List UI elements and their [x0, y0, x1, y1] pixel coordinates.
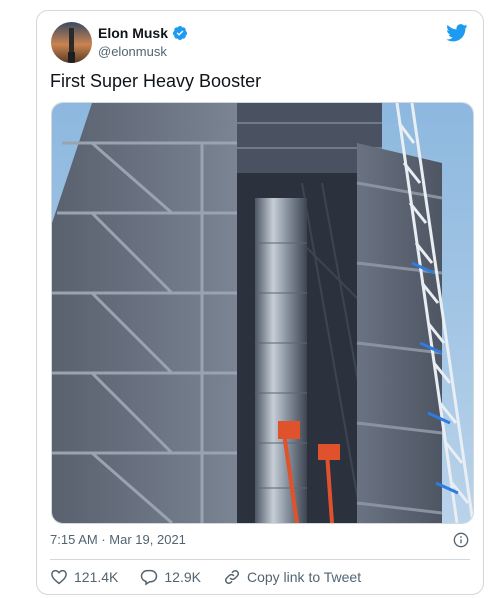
heart-icon [51, 569, 67, 585]
avatar[interactable] [51, 22, 92, 63]
tweet-date: Mar 19, 2021 [109, 532, 186, 547]
info-icon[interactable] [453, 532, 469, 548]
verified-badge-icon [173, 26, 188, 40]
tweet-text: First Super Heavy Booster [50, 71, 262, 91]
like-button[interactable]: 121.4K [50, 568, 118, 586]
tweet-actions: 121.4K 12.9K Copy link to Tweet [50, 568, 383, 586]
reply-count: 12.9K [164, 569, 201, 585]
reply-icon [141, 569, 158, 586]
author-name-text: Elon Musk [98, 25, 169, 41]
booster-photo [52, 103, 473, 523]
tweet-timestamp[interactable]: 7:15 AM · Mar 19, 2021 [50, 532, 186, 547]
like-count: 121.4K [74, 569, 119, 585]
tweet-photo[interactable] [51, 102, 474, 524]
divider [50, 559, 470, 560]
twitter-bird-icon[interactable] [446, 24, 468, 42]
reply-button[interactable]: 12.9K [140, 568, 201, 586]
author-handle[interactable]: @elonmusk [98, 44, 167, 59]
tweet-time: 7:15 AM [50, 532, 98, 547]
author-name[interactable]: Elon Musk [98, 25, 188, 41]
copy-link-button[interactable]: Copy link to Tweet [223, 568, 361, 586]
copy-link-label: Copy link to Tweet [246, 569, 362, 585]
meta-separator: · [101, 532, 106, 547]
tweet-card: Elon Musk @elonmusk First Super Heavy Bo… [36, 10, 484, 595]
link-icon [224, 569, 239, 585]
